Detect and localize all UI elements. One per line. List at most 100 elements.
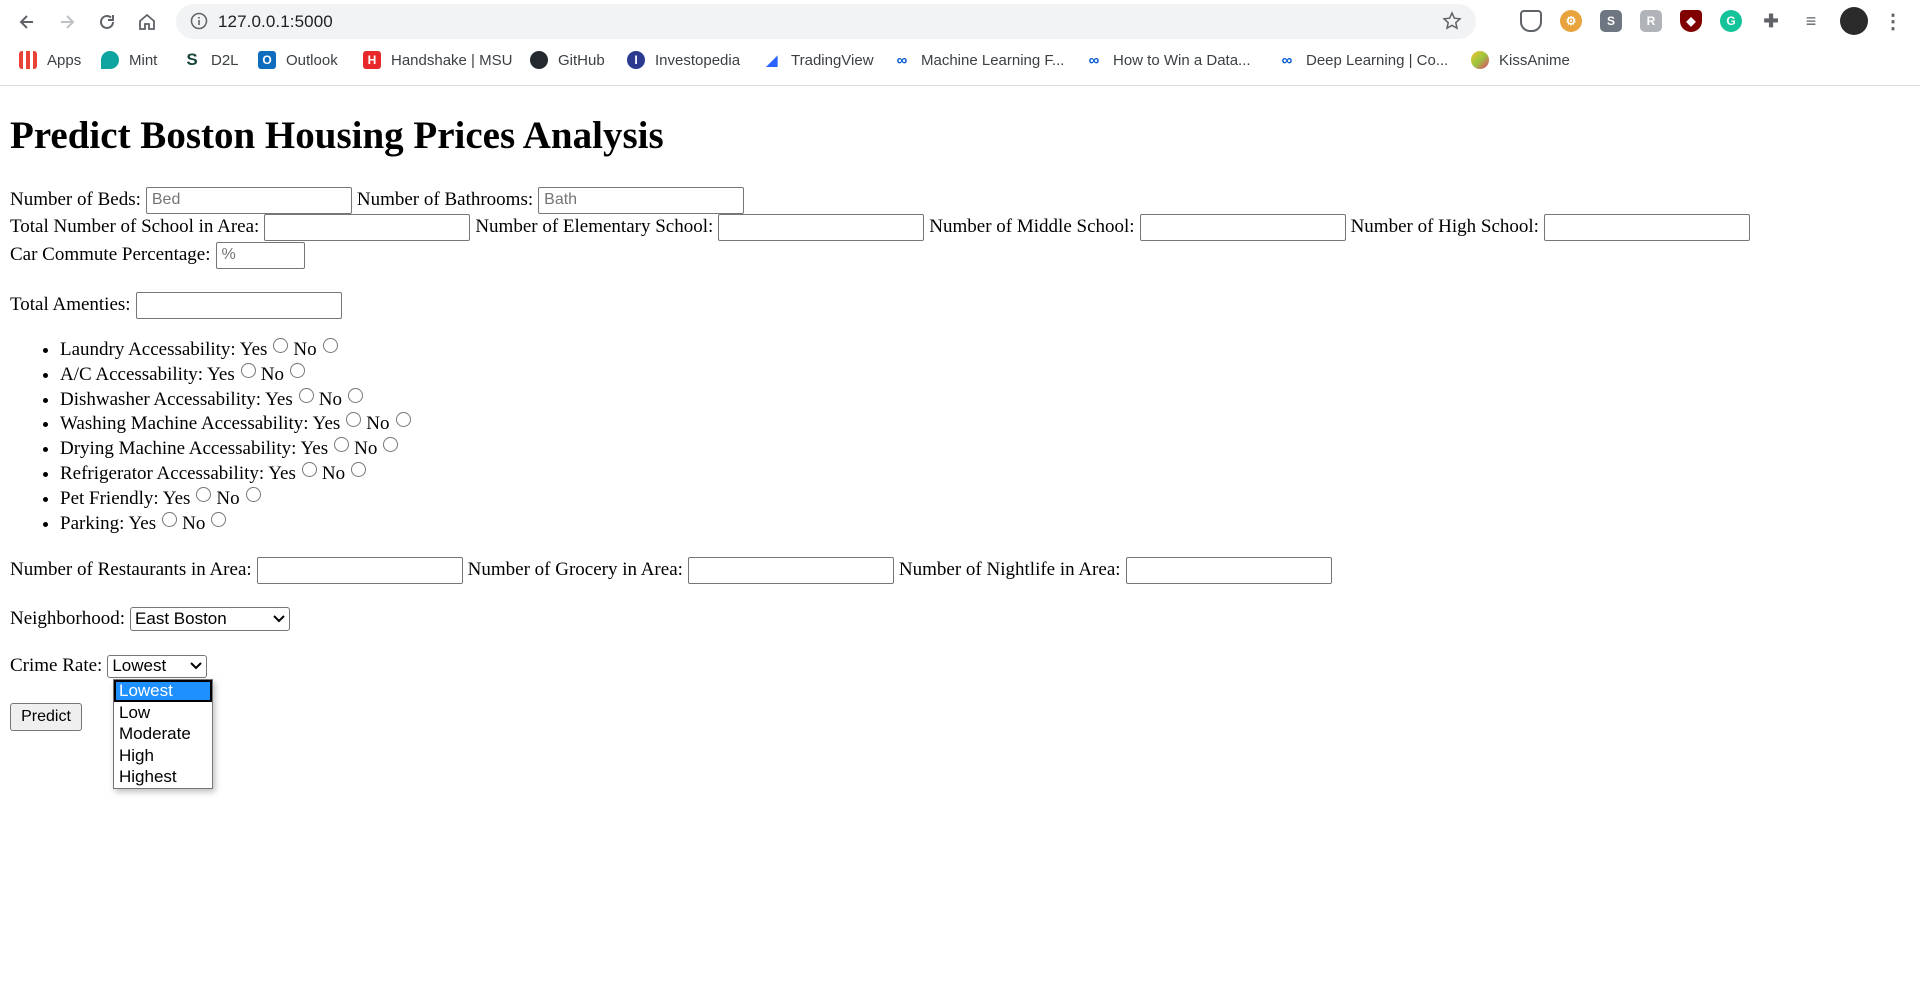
bookmark-how-to-win[interactable]: ∞ How to Win a Data...: [1085, 51, 1251, 69]
bookmarks-bar: Apps Mint S D2L O Outlook H Handshake | …: [0, 48, 1920, 76]
bookmark-deep-learning[interactable]: ∞ Deep Learning | Co...: [1278, 51, 1448, 69]
bookmark-handshake[interactable]: H Handshake | MSU: [363, 51, 512, 69]
high-school-input[interactable]: [1543, 213, 1750, 241]
laundry-no-radio[interactable]: [322, 338, 338, 353]
bookmark-github[interactable]: GitHub: [530, 51, 605, 69]
washing-machine-yes-radio[interactable]: [346, 412, 362, 428]
bookmark-label: TradingView: [791, 51, 874, 69]
bookmark-investopedia[interactable]: I Investopedia: [627, 51, 740, 69]
beds-label: Number of Beds:: [10, 189, 141, 210]
parking-no-radio[interactable]: [211, 511, 227, 527]
refrigerator-no-radio[interactable]: [351, 461, 367, 477]
amenity-label: Parking:: [60, 512, 125, 534]
reload-button[interactable]: [91, 6, 123, 38]
amenity-label: Pet Friendly:: [60, 487, 159, 509]
crime-option-high[interactable]: High: [114, 745, 212, 767]
crime-row: Crime Rate: Lowest: [10, 653, 208, 679]
browser-toolbar: 127.0.0.1:5000 ⚙ S R ◆ G ✚ ≡ ⋮: [0, 0, 1920, 43]
dishwasher-no-radio[interactable]: [347, 387, 363, 403]
amenity-pet-friendly: Pet Friendly: Yes No: [60, 486, 416, 512]
settings-gear-extension-icon[interactable]: ⚙: [1560, 10, 1582, 32]
url-text[interactable]: 127.0.0.1:5000: [218, 12, 333, 32]
grammarly-extension-icon[interactable]: G: [1720, 10, 1742, 32]
amenity-laundry: Laundry Accessability: Yes No: [60, 338, 416, 363]
nightlife-label: Number of Nightlife in Area:: [898, 559, 1121, 580]
pocket-extension-icon[interactable]: [1520, 10, 1542, 32]
browser-menu-icon[interactable]: ⋮: [1882, 10, 1904, 33]
neighborhood-row: Neighborhood: East Boston: [10, 606, 291, 632]
amenity-dishwasher: Dishwasher Accessability: Yes No: [60, 387, 416, 413]
neighborhood-label: Neighborhood:: [10, 608, 126, 629]
predict-button[interactable]: Predict: [10, 703, 82, 731]
drying-machine-no-radio[interactable]: [383, 437, 399, 453]
site-info-icon[interactable]: [190, 12, 208, 30]
yes-label: Yes: [162, 487, 191, 509]
commute-input[interactable]: [215, 241, 305, 269]
reading-list-icon[interactable]: ≡: [1800, 10, 1822, 32]
restaurants-label: Number of Restaurants in Area:: [10, 559, 252, 580]
grocery-label: Number of Grocery in Area:: [467, 559, 683, 580]
elementary-school-input[interactable]: [718, 213, 925, 241]
total-amenities-input[interactable]: [135, 291, 342, 319]
crime-option-highest[interactable]: Highest: [114, 766, 212, 788]
washing-machine-no-radio[interactable]: [395, 412, 411, 428]
bookmark-d2l[interactable]: S D2L: [183, 50, 239, 69]
pet-friendly-no-radio[interactable]: [245, 486, 261, 502]
bookmark-star-icon[interactable]: [1442, 11, 1462, 31]
bookmark-machine-learning[interactable]: ∞ Machine Learning F...: [893, 51, 1064, 69]
s-extension-icon[interactable]: S: [1600, 10, 1622, 32]
kissanime-icon: [1471, 51, 1489, 69]
drying-machine-yes-radio[interactable]: [334, 437, 350, 453]
back-arrow-icon: [19, 15, 33, 29]
coursera-icon: ∞: [1278, 51, 1296, 69]
bookmark-label: Investopedia: [655, 51, 741, 69]
pet-friendly-yes-radio[interactable]: [196, 486, 212, 502]
schools-row: Total Number of School in Area: Number o…: [10, 213, 1755, 241]
home-button[interactable]: [131, 6, 163, 38]
laundry-yes-radio[interactable]: [273, 338, 289, 353]
beds-input[interactable]: [145, 186, 352, 214]
grocery-input[interactable]: [687, 556, 894, 584]
crime-option-low[interactable]: Low: [114, 702, 212, 724]
parking-yes-radio[interactable]: [162, 511, 178, 527]
extensions-puzzle-icon[interactable]: ✚: [1760, 10, 1782, 32]
address-bar[interactable]: 127.0.0.1:5000: [176, 4, 1476, 39]
bookmark-tradingview[interactable]: ◢ TradingView: [763, 51, 874, 69]
baths-input[interactable]: [538, 186, 745, 214]
chevron-down-icon: [190, 662, 203, 670]
amenity-label: Washing Machine Accessability:: [60, 413, 309, 435]
forward-button[interactable]: [51, 6, 83, 38]
restaurants-input[interactable]: [256, 556, 463, 584]
ublock-extension-icon[interactable]: ◆: [1680, 10, 1702, 32]
total-schools-label: Total Number of School in Area:: [10, 216, 260, 237]
back-button[interactable]: [11, 6, 43, 38]
total-schools-input[interactable]: [264, 213, 471, 241]
nightlife-input[interactable]: [1125, 556, 1332, 584]
ac-yes-radio[interactable]: [240, 362, 256, 378]
browser-chrome: 127.0.0.1:5000 ⚙ S R ◆ G ✚ ≡ ⋮ Apps Mint…: [0, 0, 1920, 86]
crime-option-lowest[interactable]: Lowest: [114, 680, 212, 702]
bookmark-label: Outlook: [286, 51, 338, 69]
bookmark-label: D2L: [211, 51, 239, 69]
profile-avatar[interactable]: [1840, 7, 1868, 35]
yes-label: Yes: [300, 438, 329, 460]
crime-option-moderate[interactable]: Moderate: [114, 723, 212, 745]
bookmark-mint[interactable]: Mint: [101, 51, 157, 69]
grey-extension-icon[interactable]: R: [1640, 10, 1662, 32]
bookmark-label: GitHub: [558, 51, 605, 69]
neighborhood-select[interactable]: East Boston: [130, 607, 291, 631]
amenity-refrigerator: Refrigerator Accessability: Yes No: [60, 461, 416, 487]
middle-school-input[interactable]: [1139, 213, 1346, 241]
mint-icon: [101, 51, 119, 69]
ac-no-radio[interactable]: [289, 362, 305, 378]
chevron-down-icon: [273, 615, 285, 623]
baths-label: Number of Bathrooms:: [356, 189, 534, 210]
crime-select[interactable]: Lowest: [107, 654, 208, 678]
dishwasher-yes-radio[interactable]: [298, 387, 314, 403]
bookmark-kissanime[interactable]: KissAnime: [1471, 51, 1570, 69]
refrigerator-yes-radio[interactable]: [301, 461, 317, 477]
amenity-label: Dishwasher Accessability:: [60, 388, 262, 410]
bookmark-outlook[interactable]: O Outlook: [258, 51, 338, 69]
no-label: No: [318, 388, 342, 410]
bookmark-apps[interactable]: Apps: [19, 51, 81, 69]
